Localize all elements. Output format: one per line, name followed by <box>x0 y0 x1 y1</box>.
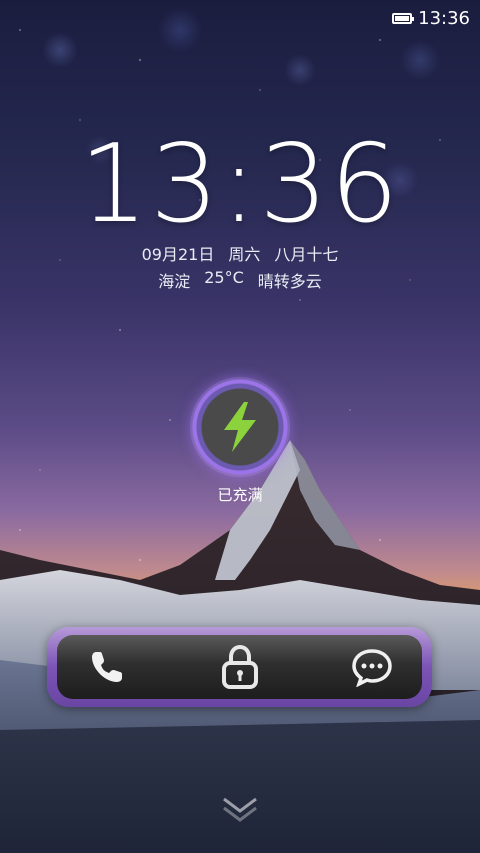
message-bubble-icon <box>352 649 392 687</box>
battery-full-icon <box>392 12 415 24</box>
weather-condition: 晴转多云 <box>257 272 322 291</box>
phone-shortcut-button[interactable] <box>83 643 131 691</box>
unlock-dock-track <box>57 635 422 699</box>
status-bar: 13:36 <box>392 0 480 36</box>
lunar-date-text: 八月十七 <box>274 245 339 264</box>
weather-line: 海淀 25°C 晴转多云 <box>0 268 480 292</box>
weather-temperature: 25°C <box>204 268 244 287</box>
chevron-down-icon[interactable] <box>222 795 258 823</box>
charging-status-label: 已充满 <box>217 486 263 504</box>
weekday-text: 周六 <box>228 245 261 264</box>
lock-screen: 13:36 13:36 09月21日 周六 八月十七 海淀 25°C 晴转多云 … <box>0 0 480 853</box>
unlock-button[interactable] <box>216 643 264 691</box>
weather-location: 海淀 <box>158 272 191 291</box>
lock-icon <box>221 644 258 689</box>
clock-time: 13:36 <box>79 122 401 247</box>
lightning-bolt-icon <box>224 402 256 452</box>
status-time: 13:36 <box>418 7 470 29</box>
unlock-dock <box>47 627 432 707</box>
date-line: 09月21日 周六 八月十七 <box>0 241 480 265</box>
charging-indicator <box>190 377 290 477</box>
phone-icon <box>92 652 122 682</box>
message-shortcut-button[interactable] <box>348 643 396 691</box>
date-text: 09月21日 <box>141 245 215 264</box>
